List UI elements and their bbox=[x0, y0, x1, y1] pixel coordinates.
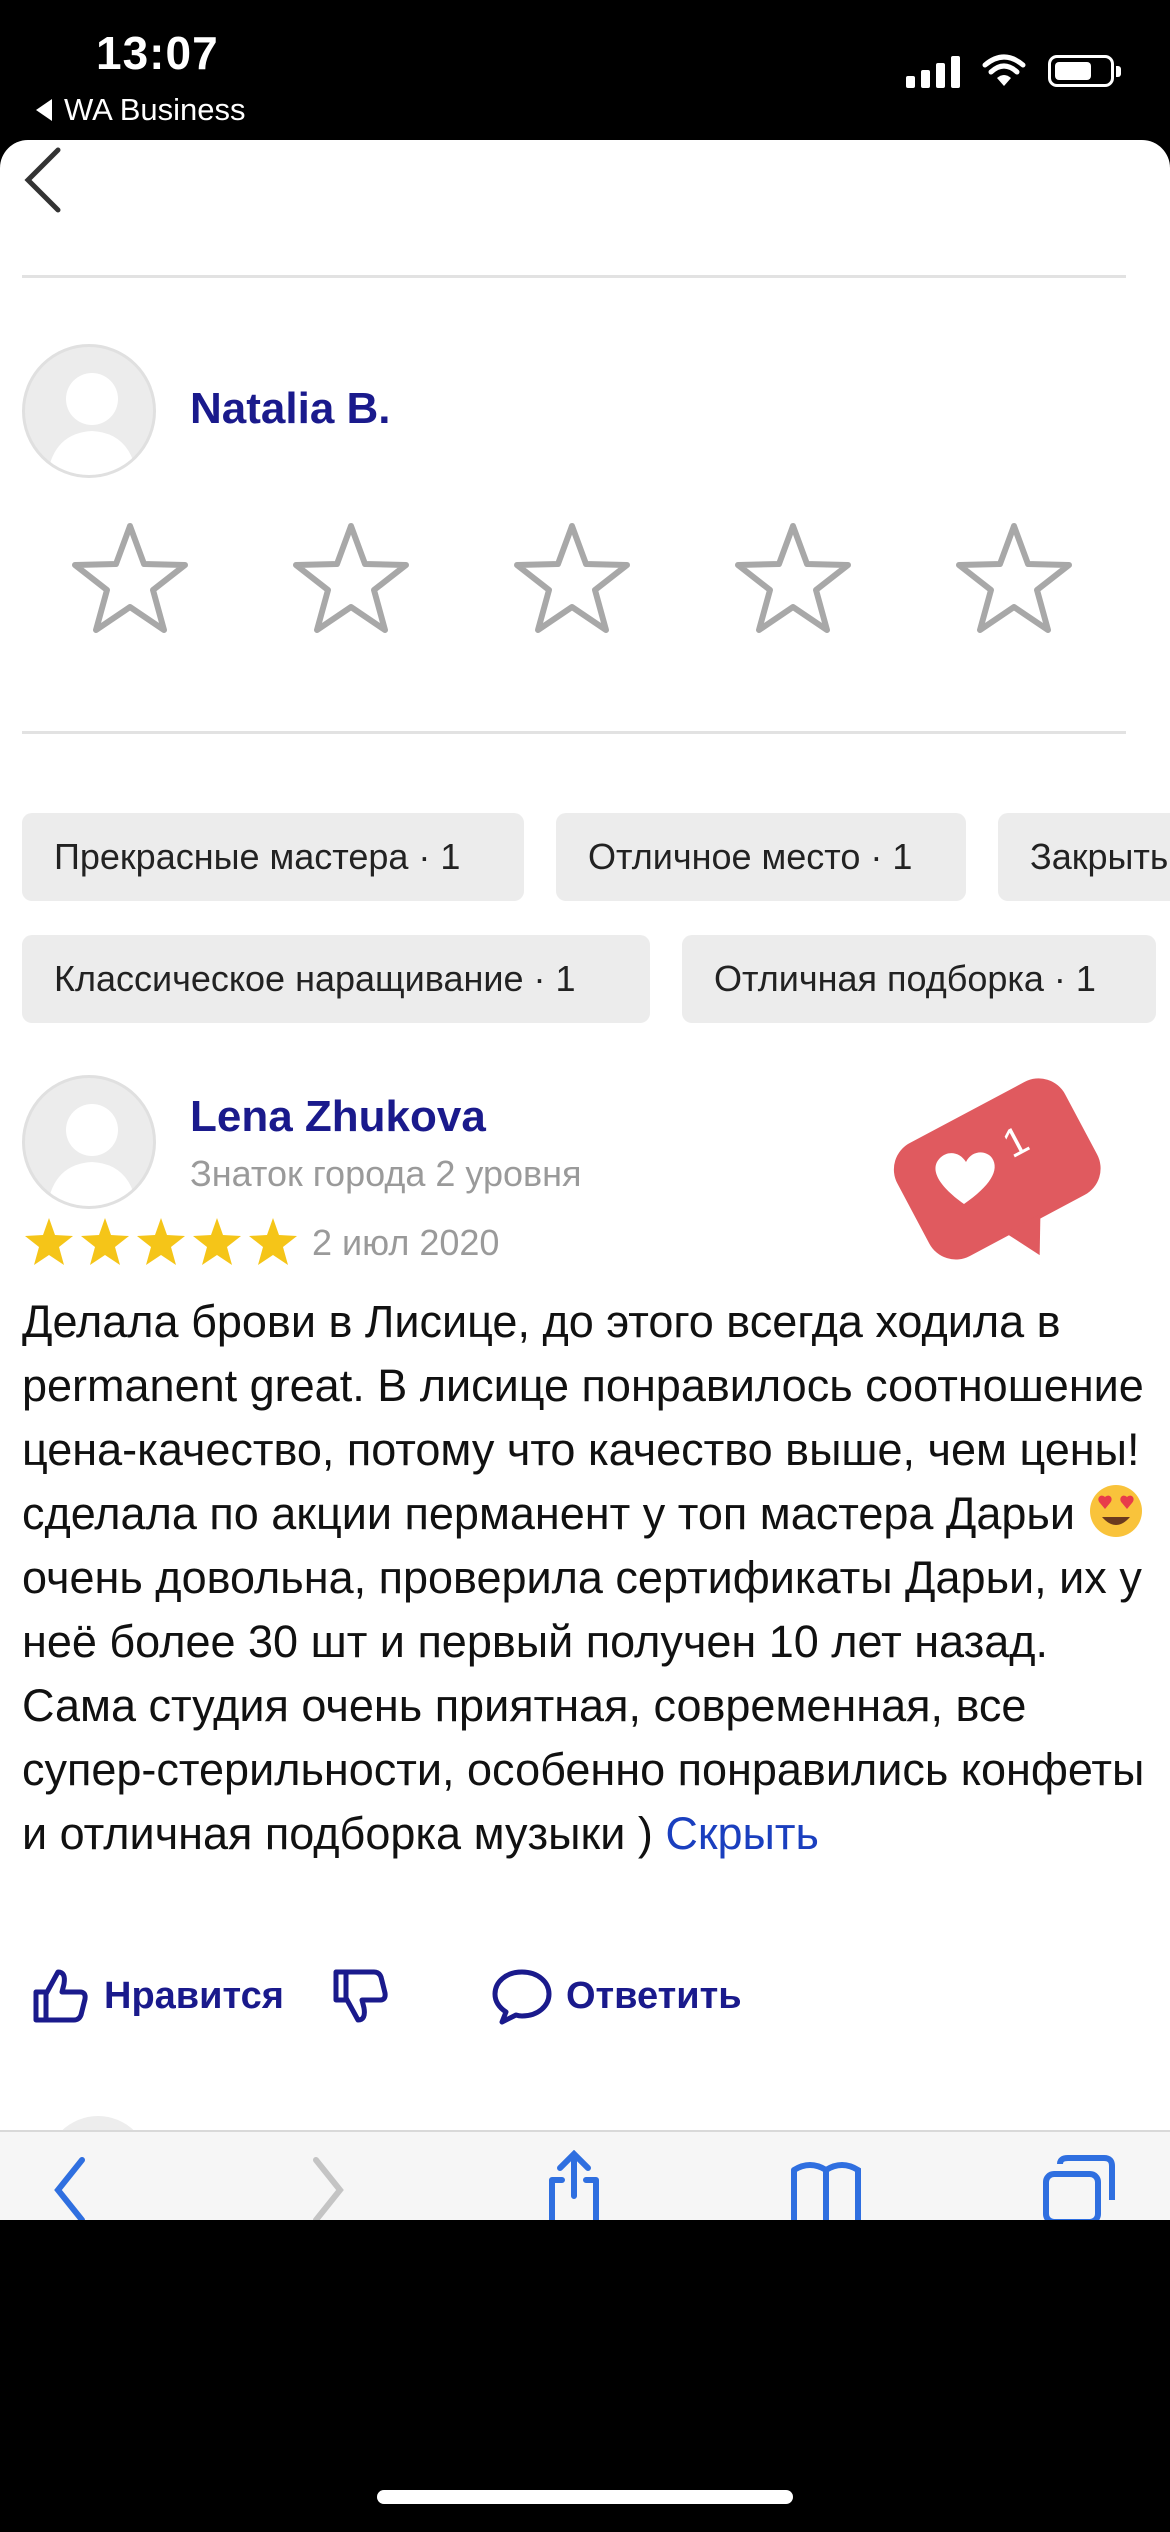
thumbs-down-icon bbox=[333, 1969, 388, 2023]
heart-eyes-emoji-icon bbox=[1089, 1485, 1142, 1537]
tabs-icon[interactable] bbox=[1038, 2150, 1118, 2220]
avatar bbox=[22, 344, 156, 478]
status-bar: 13:07 WA Business bbox=[0, 0, 1170, 140]
star-filled-icon bbox=[193, 1218, 241, 1265]
back-triangle-icon bbox=[36, 99, 52, 121]
review-author-name[interactable]: Lena Zhukova bbox=[190, 1092, 486, 1142]
review-text: Делала брови в Лисице, до этого всегда х… bbox=[22, 1290, 1152, 1866]
star-filled-icon bbox=[25, 1218, 73, 1265]
share-icon[interactable] bbox=[534, 2150, 614, 2220]
rating-input[interactable] bbox=[70, 520, 1074, 640]
filter-chip[interactable]: Прекрасные мастера · 1 bbox=[22, 813, 524, 901]
filter-chip[interactable]: Отличная подборка · 1 bbox=[682, 935, 1156, 1023]
home-indicator[interactable] bbox=[377, 2490, 793, 2504]
thumbs-up-icon bbox=[33, 1969, 88, 2023]
star-empty-icon[interactable] bbox=[291, 520, 411, 640]
filter-chip[interactable]: Отличное место · 1 bbox=[556, 813, 966, 901]
back-chevron-icon[interactable] bbox=[20, 142, 80, 222]
star-filled-icon bbox=[137, 1218, 185, 1265]
divider bbox=[22, 275, 1126, 278]
review-date: 2 июл 2020 bbox=[312, 1222, 500, 1263]
review-author-level: Знаток города 2 уровня bbox=[190, 1153, 582, 1194]
review-text-part: Делала брови в Лисице, до этого всегда х… bbox=[22, 1296, 1144, 1539]
battery-icon bbox=[1048, 55, 1121, 87]
user-silhouette-icon bbox=[47, 373, 137, 475]
reply-button[interactable]: Ответить bbox=[490, 1964, 742, 2028]
browser-toolbar bbox=[0, 2130, 1170, 2220]
browser-back-icon[interactable] bbox=[32, 2150, 112, 2220]
current-user-name: Natalia B. bbox=[190, 384, 391, 433]
hide-text-link[interactable]: Скрыть bbox=[665, 1808, 819, 1859]
user-silhouette-icon bbox=[47, 1104, 137, 1206]
back-app-label: WA Business bbox=[64, 92, 246, 127]
like-label: Нравится bbox=[104, 1974, 284, 2017]
star-empty-icon[interactable] bbox=[954, 520, 1074, 640]
like-notification-badge: 1 bbox=[878, 1070, 1114, 1276]
review-actions: Нравится Ответить bbox=[28, 1964, 1128, 2044]
review-text-part: очень довольна, проверила сертификаты Да… bbox=[22, 1552, 1145, 1859]
star-empty-icon[interactable] bbox=[733, 520, 853, 640]
review-rating bbox=[22, 1216, 300, 1270]
filter-chip[interactable]: Закрыты bbox=[998, 813, 1170, 901]
status-icons bbox=[906, 54, 1121, 88]
review-sheet: Natalia B. Прекрасные мастера · 1 Отличн… bbox=[0, 140, 1170, 2220]
star-filled-icon bbox=[249, 1218, 297, 1265]
filter-chip[interactable]: Классическое наращивание · 1 bbox=[22, 935, 650, 1023]
star-filled-icon bbox=[81, 1218, 129, 1265]
reply-label: Ответить bbox=[566, 1974, 742, 2017]
signal-icon bbox=[906, 54, 960, 88]
back-to-app-button[interactable]: WA Business bbox=[36, 92, 245, 128]
status-time: 13:07 bbox=[96, 27, 219, 79]
star-empty-icon[interactable] bbox=[70, 520, 190, 640]
like-button[interactable]: Нравится bbox=[28, 1964, 284, 2028]
bookmarks-icon[interactable] bbox=[786, 2150, 866, 2220]
divider bbox=[22, 731, 1126, 734]
bottom-black-area bbox=[0, 2220, 1170, 2532]
comment-bubble-icon bbox=[492, 1969, 552, 2025]
wifi-icon bbox=[982, 54, 1026, 86]
browser-forward-icon[interactable] bbox=[286, 2150, 366, 2220]
dislike-button[interactable] bbox=[328, 1964, 392, 2028]
star-empty-icon[interactable] bbox=[512, 520, 632, 640]
review-author-avatar[interactable] bbox=[22, 1075, 156, 1209]
